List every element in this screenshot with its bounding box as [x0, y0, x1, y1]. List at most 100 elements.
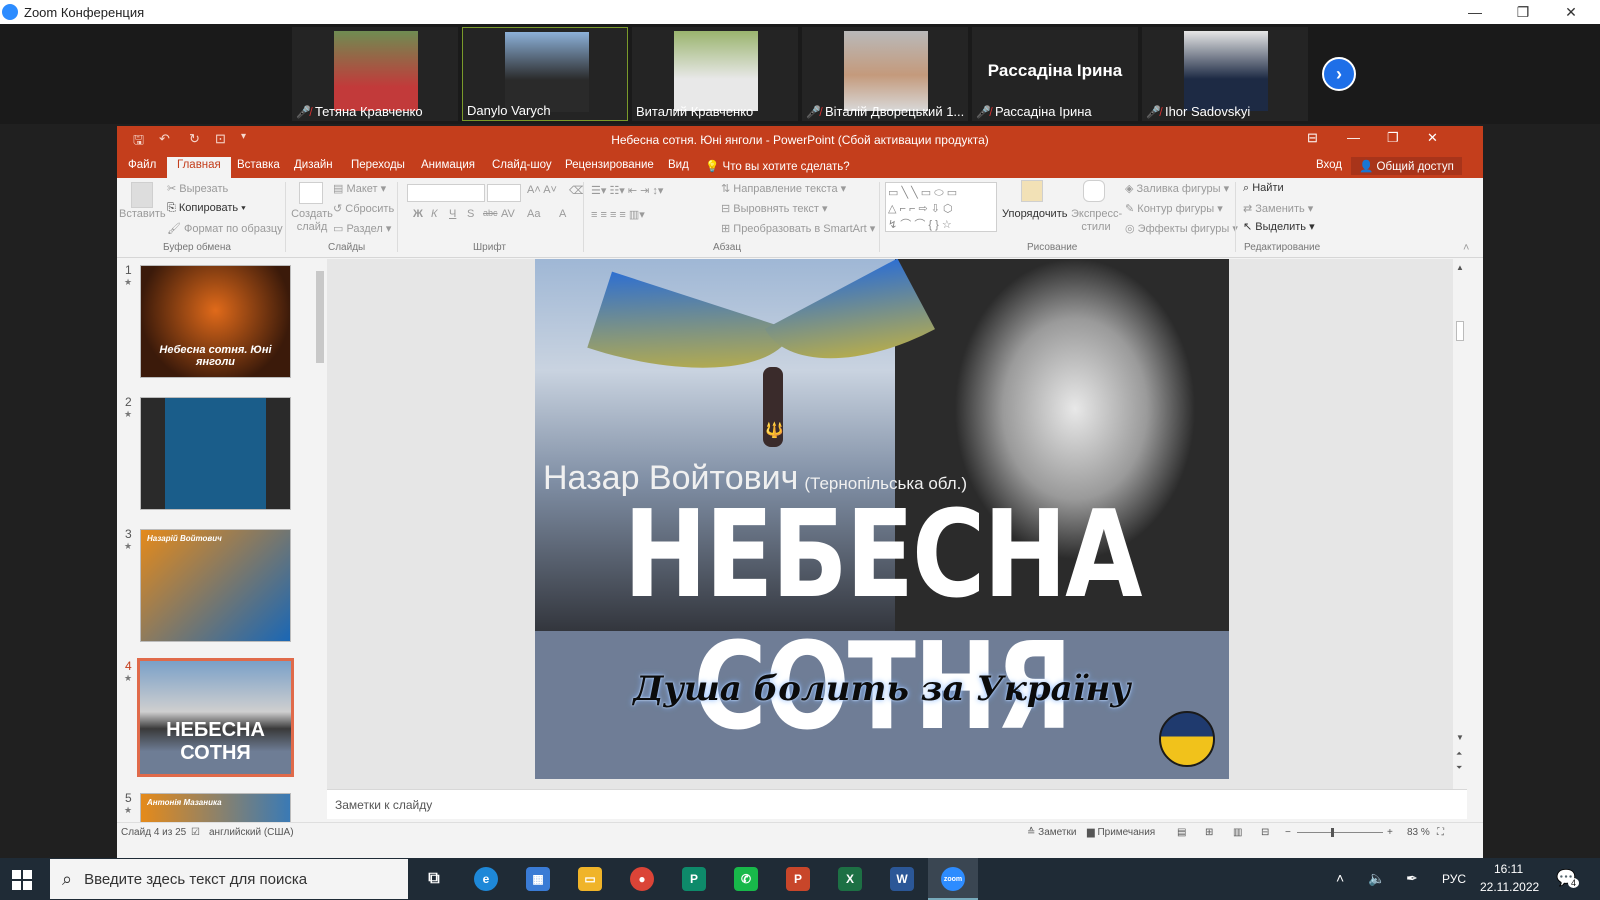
quick-styles-button[interactable]: Экспресс-стили: [1071, 208, 1122, 234]
shape-effects-button[interactable]: ◎ Эффекты фигуры ▾: [1125, 222, 1238, 235]
tab-view[interactable]: Вид: [668, 159, 689, 171]
language-indicator[interactable]: английский (США): [209, 827, 294, 838]
next-participants-button[interactable]: ›: [1322, 57, 1356, 91]
explorer-icon[interactable]: ▭: [578, 867, 602, 891]
close-button[interactable]: ✕: [1548, 0, 1594, 24]
prev-slide-icon[interactable]: ⏶: [1456, 749, 1462, 759]
font-name-input[interactable]: [407, 184, 485, 202]
signin-link[interactable]: Вход: [1316, 159, 1342, 171]
participant-tile[interactable]: 🎤̸ Ihor Sadovskyi: [1142, 27, 1308, 121]
word-icon[interactable]: W: [890, 867, 914, 891]
slide-thumbnail-3[interactable]: Назарій Войтович: [140, 529, 291, 642]
zoom-slider[interactable]: [1297, 832, 1383, 833]
bullets-button[interactable]: ☰▾ ☷▾ ⇤ ⇥ ↕▾: [591, 184, 663, 197]
underline-button[interactable]: Ч: [449, 208, 456, 220]
italic-button[interactable]: К: [431, 208, 437, 220]
paste-button[interactable]: Вставить: [119, 208, 166, 220]
tray-expand-icon[interactable]: ˄: [1336, 870, 1344, 886]
slide-thumbnail-1[interactable]: Небесна сотня. Юні янголи: [140, 265, 291, 378]
notes-toggle[interactable]: ≙ Заметки: [1027, 827, 1076, 838]
participant-tile[interactable]: Рассадіна Ірина 🎤̸ Рассадіна Ірина: [972, 27, 1138, 121]
minimize-button[interactable]: —: [1452, 0, 1498, 24]
font-color-button[interactable]: A: [559, 208, 566, 220]
ppt-minimize-button[interactable]: —: [1347, 130, 1360, 145]
scroll-thumb[interactable]: [1456, 321, 1464, 341]
char-spacing-button[interactable]: AV: [501, 208, 515, 220]
tab-file[interactable]: Файл: [128, 159, 156, 171]
editor-scrollbar[interactable]: ▲ ▼ ⏶ ⏷: [1453, 259, 1467, 789]
align-text-button[interactable]: ⊟ Выровнять текст ▾: [721, 202, 828, 215]
restore-button[interactable]: ❐: [1500, 0, 1546, 24]
slide-headline[interactable]: НЕБЕСНА СОТНЯ: [535, 488, 1229, 753]
shape-outline-button[interactable]: ✎ Контур фигуры ▾: [1125, 202, 1223, 215]
next-slide-icon[interactable]: ⏷: [1456, 763, 1462, 773]
scroll-up-icon[interactable]: ▲: [1456, 263, 1464, 272]
slideshow-icon[interactable]: ⊟: [1261, 827, 1269, 838]
volume-icon[interactable]: 🔈: [1368, 870, 1385, 887]
ppt-restore-button[interactable]: ❐: [1387, 130, 1399, 146]
cut-button[interactable]: ✂ Вырезать: [167, 182, 228, 195]
clock-time[interactable]: 16:11: [1494, 862, 1523, 876]
tell-me-search[interactable]: 💡 Что вы хотите сделать?: [705, 159, 850, 173]
copy-button[interactable]: ⎘ Копировать ▾: [167, 202, 246, 215]
excel-icon[interactable]: X: [838, 867, 862, 891]
scroll-down-icon[interactable]: ▼: [1456, 733, 1464, 742]
comments-toggle[interactable]: ▆ Примечания: [1087, 827, 1155, 838]
zoom-taskbar-item[interactable]: zoom: [928, 858, 978, 900]
replace-button[interactable]: ⇄ Заменить ▾: [1243, 202, 1313, 215]
participant-tile-active[interactable]: Danylo Varych: [462, 27, 628, 121]
shape-fill-button[interactable]: ◈ Заливка фигуры ▾: [1125, 182, 1229, 195]
store-icon[interactable]: ▦: [526, 867, 550, 891]
tab-transitions[interactable]: Переходы: [351, 159, 405, 171]
text-direction-button[interactable]: ⇅ Направление текста ▾: [721, 182, 846, 195]
normal-view-icon[interactable]: ▤: [1177, 827, 1186, 838]
change-case-button[interactable]: Aa: [527, 208, 540, 220]
participant-tile[interactable]: 🎤̸ Віталій Дворецький 1...: [802, 27, 968, 121]
taskbar-search[interactable]: ⌕ Введите здесь текст для поиска: [50, 859, 408, 899]
reset-button[interactable]: ↺ Сбросить: [333, 202, 394, 215]
align-buttons[interactable]: ≡ ≡ ≡ ≡ ▥▾: [591, 208, 645, 221]
tab-review[interactable]: Рецензирование: [565, 159, 654, 171]
bold-button[interactable]: Ж: [413, 208, 423, 220]
tab-insert[interactable]: Вставка: [237, 159, 280, 171]
task-view-icon[interactable]: ⧉: [422, 867, 446, 891]
tab-slideshow[interactable]: Слайд-шоу: [492, 159, 552, 171]
collapse-ribbon-icon[interactable]: ˄: [1463, 242, 1469, 254]
thumbnails-scrollbar[interactable]: [313, 259, 327, 839]
tab-animation[interactable]: Анимация: [421, 159, 475, 171]
select-button[interactable]: ↖ Выделить ▾: [1243, 220, 1315, 233]
new-slide-button[interactable]: Создать слайд: [290, 208, 334, 234]
arrange-button[interactable]: Упорядочить: [1002, 208, 1067, 220]
pen-icon[interactable]: ✒: [1406, 870, 1418, 887]
powerpoint-icon[interactable]: P: [786, 867, 810, 891]
reading-view-icon[interactable]: ▥: [1233, 827, 1242, 838]
notes-pane[interactable]: Заметки к слайду: [327, 789, 1467, 819]
slide-subtitle[interactable]: Душа болить за Україну: [535, 669, 1229, 709]
zoom-in-button[interactable]: +: [1387, 827, 1393, 838]
slide-thumbnail-2[interactable]: [140, 397, 291, 510]
find-button[interactable]: ⌕ Найти: [1243, 182, 1284, 195]
zoom-level[interactable]: 83 %: [1407, 827, 1430, 838]
layout-button[interactable]: ▤ Макет ▾: [333, 182, 386, 195]
shapes-gallery[interactable]: ▭ ╲ ╲ ▭ ⬭ ▭ △ ⌐ ⌐ ⇨ ⇩ ⬡ ↯ ⌒ ⌒ { } ☆: [885, 182, 997, 232]
strikethrough-button[interactable]: abc: [483, 208, 498, 218]
ppt-close-button[interactable]: ✕: [1427, 130, 1438, 146]
zoom-slider-thumb[interactable]: [1331, 828, 1334, 837]
windows-start-button[interactable]: [12, 870, 32, 890]
font-size-input[interactable]: [487, 184, 521, 202]
smartart-button[interactable]: ⊞ Преобразовать в SmartArt ▾: [721, 222, 875, 235]
spellcheck-icon[interactable]: ☑: [191, 827, 200, 838]
tab-home[interactable]: Главная: [167, 157, 231, 178]
slide-sorter-icon[interactable]: ⊞: [1205, 827, 1213, 838]
section-button[interactable]: ▭ Раздел ▾: [333, 222, 391, 235]
fit-slide-icon[interactable]: ⛶: [1437, 827, 1444, 838]
share-button[interactable]: 👤 Общий доступ: [1351, 157, 1462, 175]
publisher-icon[interactable]: P: [682, 867, 706, 891]
phone-app-icon[interactable]: ✆: [734, 867, 758, 891]
format-painter-button[interactable]: 🖌 Формат по образцу: [167, 222, 283, 235]
edge-icon[interactable]: e: [474, 867, 498, 891]
input-language[interactable]: РУС: [1442, 872, 1466, 886]
scroll-thumb[interactable]: [316, 271, 324, 363]
shadow-button[interactable]: S: [467, 208, 474, 220]
ribbon-display-icon[interactable]: ⊟: [1307, 130, 1318, 146]
